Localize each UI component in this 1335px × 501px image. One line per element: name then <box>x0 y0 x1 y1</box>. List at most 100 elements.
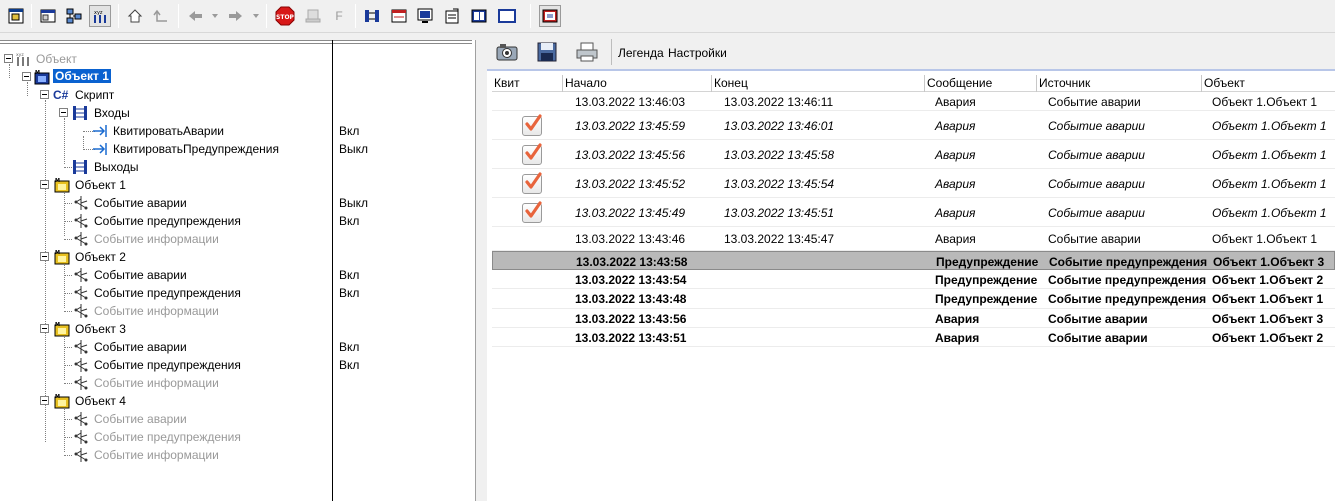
event-row[interactable]: 13.03.2022 13:45:56 13.03.2022 13:45:58 Ав… <box>492 140 1335 169</box>
collapse-toggle[interactable] <box>22 72 31 81</box>
tree-node-event[interactable]: Событие информации <box>0 230 476 248</box>
journal-icon[interactable] <box>539 5 561 27</box>
event-end-cell: 13.03.2022 13:45:54 <box>724 177 835 191</box>
event-row[interactable]: 13.03.2022 13:45:52 13.03.2022 13:45:54 Ав… <box>492 169 1335 198</box>
tree-node-outputs[interactable]: Выходы <box>0 158 476 176</box>
tree-node-label: Объект 1 <box>75 178 126 192</box>
tree-node-event[interactable]: Событие аварии Вкл <box>0 338 476 356</box>
legend-button[interactable]: Легенда <box>618 46 664 60</box>
event-message-cell: Предупреждение <box>935 273 1038 287</box>
tree-node-event[interactable]: Событие аварии <box>0 410 476 428</box>
tree-node-value[interactable]: Вкл <box>339 286 359 300</box>
svg-text:M: M <box>35 70 40 76</box>
tree-node-object[interactable]: M Объект 1 <box>0 176 476 194</box>
back-dropdown-arrow[interactable] <box>212 14 218 18</box>
tree-node-event[interactable]: Событие аварии Вкл <box>0 266 476 284</box>
network-icon[interactable] <box>63 5 85 27</box>
collapse-toggle[interactable] <box>40 252 49 261</box>
event-row[interactable]: 13.03.2022 13:43:48 Предупреждение Событие… <box>492 289 1335 309</box>
svg-text:M: M <box>55 250 60 256</box>
form-icon[interactable] <box>388 5 410 27</box>
collapse-toggle[interactable] <box>40 180 49 189</box>
event-row[interactable]: 13.03.2022 13:43:51 Авария Событие аварии О… <box>492 328 1335 347</box>
back-arrow-icon[interactable] <box>184 5 206 27</box>
column-header-ack[interactable]: Квит <box>492 75 563 92</box>
tree-node-value[interactable]: Вкл <box>339 358 359 372</box>
tree-node-object1[interactable]: M Объект 1 <box>0 68 476 86</box>
column-header-message[interactable]: Сообщение <box>925 75 1037 92</box>
tree-node-object[interactable]: M Объект 3 <box>0 320 476 338</box>
event-row[interactable]: 13.03.2022 13:46:03 13.03.2022 13:46:11 Ав… <box>492 93 1335 111</box>
inputs-outputs-icon[interactable] <box>361 5 383 27</box>
event-row[interactable]: 13.03.2022 13:45:59 13.03.2022 13:46:01 Ав… <box>492 111 1335 140</box>
ack-checkbox[interactable] <box>522 172 542 194</box>
collapse-toggle[interactable] <box>40 324 49 333</box>
tree-node-value[interactable]: Вкл <box>339 124 359 138</box>
device-icon[interactable] <box>302 5 324 27</box>
tree-node-script[interactable]: C# Скрипт <box>0 86 476 104</box>
event-row[interactable]: 13.03.2022 13:43:56 Авария Событие аварии О… <box>492 309 1335 328</box>
tree-node-inputs[interactable]: Входы <box>0 104 476 122</box>
ack-checkbox[interactable] <box>522 114 542 136</box>
camera-icon[interactable] <box>493 39 521 65</box>
collapse-toggle[interactable] <box>40 90 49 99</box>
window-icon[interactable] <box>5 5 27 27</box>
event-end-cell: 13.03.2022 13:45:47 <box>724 232 835 246</box>
ack-checkbox[interactable] <box>522 143 542 165</box>
tree-node-event[interactable]: Событие предупреждения <box>0 428 476 446</box>
up-level-icon[interactable] <box>150 5 172 27</box>
event-row[interactable]: 13.03.2022 13:45:49 13.03.2022 13:45:51 Ав… <box>492 198 1335 227</box>
collapse-toggle[interactable] <box>4 54 13 63</box>
tree-node-value[interactable]: Вкл <box>339 268 359 282</box>
tree-node-label: Событие информации <box>94 448 219 462</box>
event-start-cell: 13.03.2022 13:43:46 <box>575 232 686 246</box>
column-header-source[interactable]: Источник <box>1037 75 1202 92</box>
tree-node-object[interactable]: M Объект 2 <box>0 248 476 266</box>
settings-button[interactable]: Настройки <box>668 46 727 60</box>
tree-node-value[interactable]: Вкл <box>339 214 359 228</box>
tree-node-value[interactable]: Вкл <box>339 340 359 354</box>
forward-dropdown-arrow[interactable] <box>253 14 259 18</box>
event-message-cell: Авария <box>935 232 976 246</box>
font-icon[interactable]: F <box>328 5 350 27</box>
tree-node-root[interactable]: xyz Объект <box>0 50 476 68</box>
tree-node-ack-warnings[interactable]: КвитироватьПредупреждения Выкл <box>0 140 476 158</box>
column-header-object[interactable]: Объект <box>1202 75 1335 92</box>
column-header-start[interactable]: Начало <box>563 75 712 92</box>
stop-icon[interactable]: STOP <box>274 5 296 27</box>
printer-icon[interactable] <box>573 39 601 65</box>
panels-icon[interactable] <box>37 5 59 27</box>
column-header-end[interactable]: Конец <box>712 75 925 92</box>
tree-node-label: Входы <box>94 106 130 120</box>
event-row[interactable]: 13.03.2022 13:43:54 Предупреждение Событие… <box>492 270 1335 289</box>
object-tree-icon[interactable]: xyz <box>89 5 111 27</box>
tree-node-object[interactable]: M Объект 4 <box>0 392 476 410</box>
tree-node-event[interactable]: Событие предупреждения Вкл <box>0 284 476 302</box>
save-icon[interactable] <box>533 39 561 65</box>
tree-node-value[interactable]: Выкл <box>339 142 368 156</box>
tree-node-event[interactable]: Событие информации <box>0 302 476 320</box>
event-message-cell: Авария <box>935 312 980 326</box>
book-icon[interactable] <box>468 5 490 27</box>
monitor-icon[interactable] <box>414 5 436 27</box>
event-row[interactable]: 13.03.2022 13:43:58 Предупреждение Событие… <box>492 251 1335 270</box>
tree-node-event[interactable]: Событие предупреждения Вкл <box>0 356 476 374</box>
tree-node-event[interactable]: Событие информации <box>0 446 476 464</box>
tree-node-event[interactable]: Событие предупреждения Вкл <box>0 212 476 230</box>
frame-icon[interactable] <box>496 5 518 27</box>
home-icon[interactable] <box>124 5 146 27</box>
tree-node-value[interactable]: Выкл <box>339 196 368 210</box>
collapse-toggle[interactable] <box>59 108 68 117</box>
tree-node-ack-alarms[interactable]: КвитироватьАварии Вкл <box>0 122 476 140</box>
forward-arrow-icon[interactable] <box>225 5 247 27</box>
tree-node-event[interactable]: Событие аварии Выкл <box>0 194 476 212</box>
tree-node-label: Событие аварии <box>94 268 187 282</box>
tree-node-label: Событие аварии <box>94 196 187 210</box>
properties-icon[interactable] <box>441 5 463 27</box>
event-row[interactable]: 13.03.2022 13:43:46 13.03.2022 13:45:47 Ав… <box>492 227 1335 251</box>
event-end-cell: 13.03.2022 13:45:51 <box>724 206 835 220</box>
tree-node-event[interactable]: Событие информации <box>0 374 476 392</box>
collapse-toggle[interactable] <box>40 396 49 405</box>
ack-checkbox[interactable] <box>522 201 542 223</box>
pane-splitter[interactable] <box>477 33 487 501</box>
